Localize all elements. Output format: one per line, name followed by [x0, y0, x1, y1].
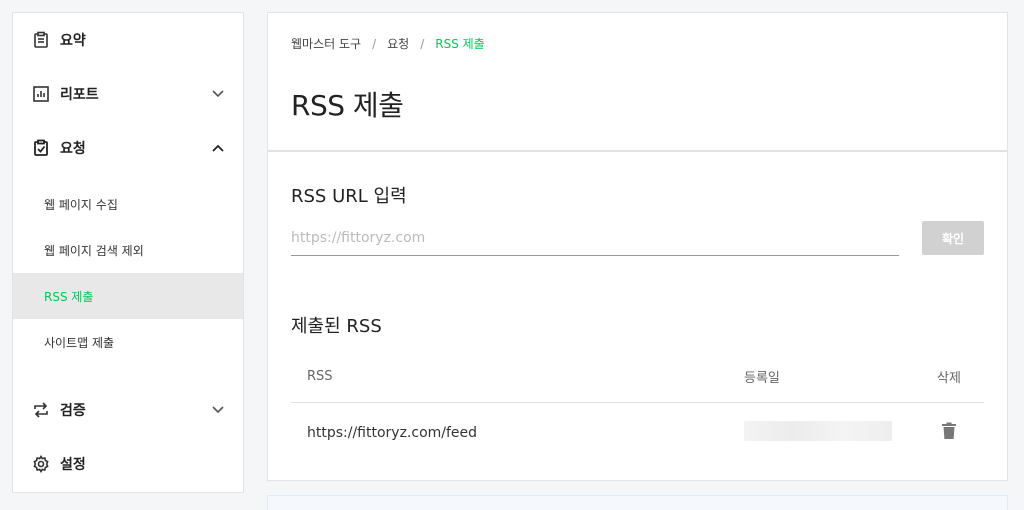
breadcrumb-root[interactable]: 웹마스터 도구: [291, 35, 361, 52]
delete-cell: [914, 402, 984, 464]
bar-chart-icon: [31, 84, 51, 104]
redacted-date: [744, 421, 892, 442]
menu-settings-label: 설정: [60, 457, 86, 473]
menu-request-label: 요청: [60, 141, 86, 157]
clipboard-list-icon: [31, 30, 51, 50]
page-title: RSS 제출: [291, 89, 404, 122]
gear-icon: [31, 454, 51, 474]
bottom-panel: [267, 495, 1008, 510]
submenu-sitemap-submit[interactable]: 사이트맵 제출: [13, 319, 243, 365]
trash-icon[interactable]: [941, 422, 957, 440]
sidebar: 요약 리포트 요청 웹 페이지 수집 웹 페이지 검색 제외 RSS 제출 사이…: [12, 12, 244, 493]
submenu-page-exclude[interactable]: 웹 페이지 검색 제외: [13, 227, 243, 273]
menu-verify-label: 검증: [60, 403, 86, 419]
rss-url-input[interactable]: [291, 220, 899, 256]
menu-verify[interactable]: 검증: [13, 383, 243, 437]
menu-settings[interactable]: 설정: [13, 437, 243, 491]
column-header-date: 등록일: [744, 352, 914, 403]
request-submenu: 웹 페이지 수집 웹 페이지 검색 제외 RSS 제출 사이트맵 제출: [13, 175, 243, 383]
menu-report-label: 리포트: [60, 87, 99, 103]
menu-summary-label: 요약: [60, 33, 86, 49]
breadcrumb: 웹마스터 도구 / 요청 / RSS 제출: [291, 35, 485, 52]
main-panel: 웹마스터 도구 / 요청 / RSS 제출 RSS 제출 RSS URL 입력 …: [267, 12, 1008, 481]
clipboard-check-icon: [31, 138, 51, 158]
date-cell: [744, 402, 914, 464]
column-header-rss: RSS: [291, 352, 744, 403]
page-header: 웹마스터 도구 / 요청 / RSS 제출 RSS 제출: [268, 13, 1007, 152]
table-row: https://fittoryz.com/feed: [291, 402, 984, 464]
rss-url-cell: https://fittoryz.com/feed: [307, 425, 478, 442]
chevron-down-icon[interactable]: [211, 403, 225, 417]
submitted-rss-title: 제출된 RSS: [291, 316, 382, 337]
menu-report[interactable]: 리포트: [13, 67, 243, 121]
breadcrumb-request[interactable]: 요청: [387, 35, 409, 52]
chevron-up-icon[interactable]: [211, 141, 225, 155]
column-header-delete: 삭제: [914, 352, 984, 403]
rss-input-section: RSS URL 입력 확인 제출된 RSS RSS 등록일 삭제 https:/…: [268, 182, 1007, 464]
submenu-rss-submit[interactable]: RSS 제출: [13, 273, 243, 319]
rss-input-title: RSS URL 입력: [291, 186, 407, 207]
submenu-page-crawl[interactable]: 웹 페이지 수집: [13, 181, 243, 227]
menu-request[interactable]: 요청: [13, 121, 243, 175]
confirm-button[interactable]: 확인: [922, 221, 984, 255]
chevron-down-icon[interactable]: [211, 87, 225, 101]
menu-summary[interactable]: 요약: [13, 13, 243, 67]
breadcrumb-current: RSS 제출: [435, 37, 485, 51]
repeat-arrows-icon: [31, 400, 51, 420]
submitted-rss-table: RSS 등록일 삭제 https://fittoryz.com/feed: [291, 352, 984, 464]
